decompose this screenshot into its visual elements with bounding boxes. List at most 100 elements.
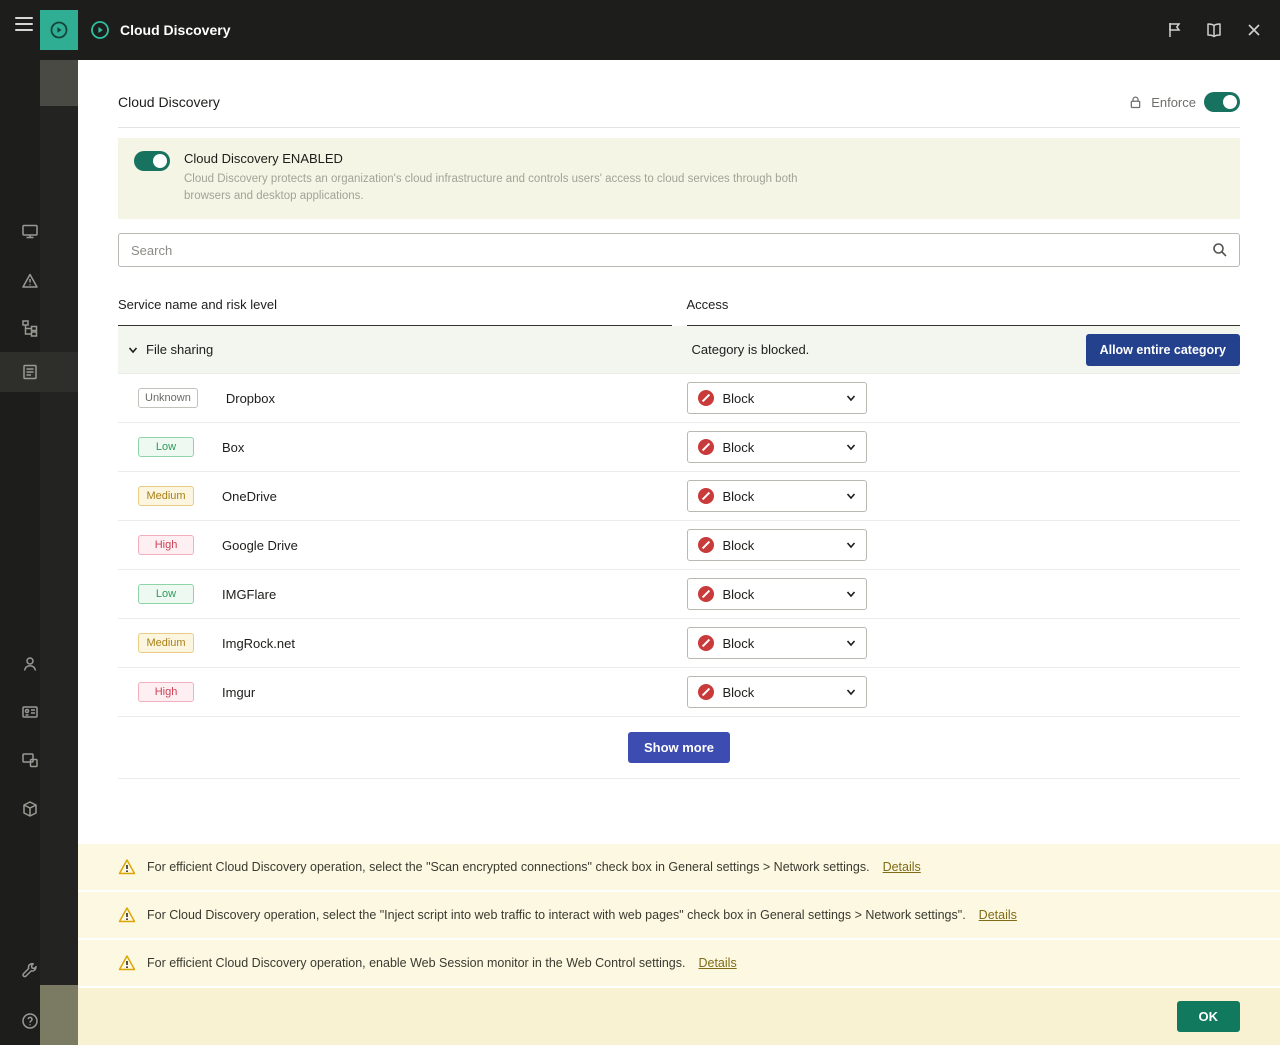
access-dropdown[interactable]: Block (686, 578, 867, 611)
warning-text: For efficient Cloud Discovery operation,… (147, 860, 870, 874)
risk-badge: Low (138, 437, 194, 458)
sidebar-bottom-block (40, 985, 78, 1045)
sidebar-secondary-strip (40, 60, 78, 1045)
access-value: Block (722, 488, 755, 504)
chevron-down-icon (846, 589, 856, 599)
menu-icon[interactable] (15, 17, 33, 31)
category-status: Category is blocked. (691, 342, 810, 358)
access-value: Block (722, 390, 755, 406)
banner-description: Cloud Discovery protects an organization… (184, 173, 798, 202)
access-dropdown[interactable]: Block (686, 627, 867, 660)
category-row: File sharing Category is blocked. Allow … (118, 326, 1240, 375)
block-icon (697, 439, 714, 456)
risk-badge: Low (138, 584, 194, 605)
allow-entire-category-button[interactable]: Allow entire category (1085, 333, 1240, 366)
app-logo-tile[interactable] (40, 10, 78, 50)
block-icon (697, 684, 714, 701)
enforce-toggle[interactable] (1204, 92, 1240, 112)
chevron-down-icon (846, 442, 856, 452)
search-input[interactable] (118, 233, 1240, 268)
details-link[interactable]: Details (979, 908, 1017, 922)
details-link[interactable]: Details (698, 956, 736, 970)
app-window: Cloud Discovery Cloud Discovery Enforce … (0, 0, 1280, 1045)
cloud-discovery-icon (90, 20, 110, 40)
warning-icon (118, 954, 136, 972)
packages-icon[interactable] (21, 800, 39, 818)
services-table: Service name and risk level Access File … (118, 297, 1240, 780)
hierarchy-icon[interactable] (21, 319, 39, 337)
table-row: High Google Drive Block (118, 521, 1240, 571)
monitoring-icon[interactable] (21, 222, 39, 240)
risk-badge: Unknown (138, 388, 198, 409)
access-dropdown[interactable]: Block (686, 529, 867, 562)
service-name: ImgRock.net (222, 635, 295, 651)
banner-title: Cloud Discovery ENABLED (184, 151, 343, 166)
block-icon (697, 586, 714, 603)
devices-icon[interactable] (21, 751, 39, 769)
access-value: Block (722, 537, 755, 553)
alerts-icon[interactable] (21, 272, 39, 290)
access-dropdown[interactable]: Block (686, 676, 867, 709)
block-icon (697, 390, 714, 407)
warning-icon (118, 906, 136, 924)
access-value: Block (722, 684, 755, 700)
ok-button[interactable]: OK (1176, 1001, 1240, 1032)
bottom-block: For efficient Cloud Discovery operation,… (78, 844, 1280, 1045)
category-expander[interactable]: File sharing (118, 342, 677, 357)
block-icon (697, 635, 714, 652)
feature-banner: Cloud Discovery ENABLED Cloud Discovery … (118, 138, 1240, 220)
table-row: High Imgur Block (118, 668, 1240, 718)
lock-icon (1128, 95, 1143, 110)
chevron-down-icon (846, 687, 856, 697)
table-header: Service name and risk level Access (118, 297, 1240, 327)
tools-icon[interactable] (21, 962, 39, 980)
access-dropdown[interactable]: Block (686, 480, 867, 513)
block-icon (697, 537, 714, 554)
access-value: Block (722, 635, 755, 651)
warning-banner: For efficient Cloud Discovery operation,… (78, 940, 1280, 988)
service-name: Box (222, 439, 245, 455)
chevron-down-icon (846, 491, 856, 501)
service-name: OneDrive (222, 488, 277, 504)
chevron-down-icon (846, 540, 856, 550)
topbar: Cloud Discovery (0, 0, 1280, 60)
table-row: Medium ImgRock.net Block (118, 619, 1240, 669)
column-service-risk: Service name and risk level (118, 297, 672, 327)
footer-bar: OK (78, 988, 1280, 1045)
book-icon[interactable] (1205, 21, 1223, 39)
flag-icon[interactable] (1166, 21, 1184, 39)
details-link[interactable]: Details (883, 860, 921, 874)
access-dropdown[interactable]: Block (686, 382, 867, 415)
chevron-down-icon (846, 638, 856, 648)
feature-toggle[interactable] (134, 151, 170, 171)
show-more-row: Show more (118, 717, 1240, 780)
close-icon[interactable] (1245, 21, 1263, 39)
sidebar-active-item-highlight (0, 352, 78, 392)
block-icon (697, 488, 714, 505)
sidebar-scrollbar-thumb[interactable] (40, 60, 78, 106)
risk-badge: Medium (138, 486, 194, 507)
search-icon[interactable] (1211, 241, 1229, 259)
search-box (118, 233, 1240, 268)
access-dropdown[interactable]: Block (686, 431, 867, 464)
warning-banner: For Cloud Discovery operation, select th… (78, 892, 1280, 940)
category-name: File sharing (146, 342, 214, 358)
warning-banner: For efficient Cloud Discovery operation,… (78, 844, 1280, 892)
risk-badge: Medium (138, 633, 194, 654)
service-name: IMGFlare (222, 586, 277, 602)
table-row: Medium OneDrive Block (118, 472, 1240, 522)
risk-badge: High (138, 535, 194, 556)
policies-icon[interactable] (21, 363, 39, 381)
service-name: Dropbox (225, 390, 275, 406)
warning-text: For Cloud Discovery operation, select th… (147, 908, 966, 922)
warning-text: For efficient Cloud Discovery operation,… (147, 956, 686, 970)
table-row: Low IMGFlare Block (118, 570, 1240, 620)
access-value: Block (722, 439, 755, 455)
show-more-button[interactable]: Show more (627, 732, 731, 764)
chevron-down-icon (846, 393, 856, 403)
chevron-down-icon (128, 345, 138, 355)
licenses-icon[interactable] (21, 703, 39, 721)
help-icon[interactable] (21, 1012, 39, 1030)
warning-icon (118, 858, 136, 876)
users-icon[interactable] (21, 655, 39, 673)
